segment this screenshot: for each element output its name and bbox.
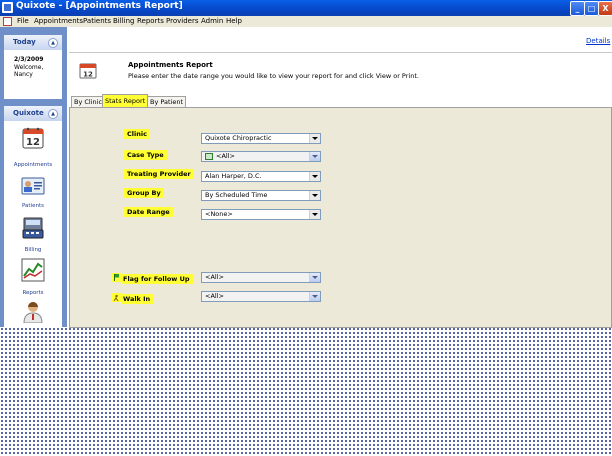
group-by-value: By Scheduled Time (205, 191, 268, 199)
left-sidebar: Today ▲ Quixote ▲ 12 Appointments Patien… (0, 27, 67, 327)
date-range-select[interactable]: <None> (201, 209, 321, 220)
calendar-report-icon: 12 (79, 63, 97, 79)
case-type-icon (205, 153, 213, 160)
treating-provider-select[interactable]: Alan Harper, D.C. (201, 171, 321, 182)
dotted-background (0, 327, 612, 456)
dropdown-arrow-icon[interactable] (309, 172, 320, 181)
app-icon (2, 2, 13, 13)
header-divider (69, 52, 612, 53)
flag-follow-up-value: <All> (205, 273, 224, 281)
welcome-text: Welcome, (14, 64, 44, 71)
dropdown-arrow-icon[interactable] (309, 134, 320, 143)
svg-text:12: 12 (83, 71, 93, 79)
today-date: 2/3/2009 (14, 56, 44, 63)
treating-provider-label: Treating Provider (124, 169, 194, 179)
menu-file[interactable]: File (17, 16, 29, 27)
nav-appointments[interactable]: 12 Appointments (4, 126, 62, 171)
case-type-label: Case Type (124, 150, 167, 160)
dropdown-arrow-icon[interactable] (309, 152, 320, 161)
maximize-button[interactable]: □ (584, 1, 599, 16)
close-button[interactable]: X (598, 1, 612, 16)
nav-label: Reports (22, 290, 44, 296)
flag-icon (112, 273, 121, 282)
collapse-chevron-icon[interactable]: ▲ (48, 109, 58, 119)
nav-providers[interactable] (4, 299, 62, 327)
group-by-label: Group By (124, 188, 164, 198)
quixote-panel-header[interactable]: Quixote ▲ (4, 106, 62, 121)
nav-reports[interactable]: Reports (4, 258, 62, 300)
nav-label: Billing (24, 247, 42, 253)
clinic-select[interactable]: Quixote Chiropractic (201, 133, 321, 144)
today-title: Today (13, 38, 36, 46)
case-type-select[interactable]: <All> (201, 151, 321, 162)
menu-providers[interactable]: Providers (166, 16, 198, 27)
walk-in-label: Walk In (121, 294, 154, 304)
clinic-value: Quixote Chiropractic (205, 134, 272, 142)
quixote-panel: Quixote ▲ 12 Appointments Patients Billi… (4, 106, 62, 327)
clinic-label: Clinic (124, 129, 150, 139)
minimize-button[interactable]: _ (570, 1, 585, 16)
dropdown-arrow-icon[interactable] (309, 210, 320, 219)
dropdown-arrow-icon[interactable] (309, 191, 320, 200)
nav-patients[interactable]: Patients (4, 174, 62, 214)
menu-admin[interactable]: Admin (201, 16, 223, 27)
group-by-select[interactable]: By Scheduled Time (201, 190, 321, 201)
collapse-chevron-icon[interactable]: ▲ (48, 38, 58, 48)
date-range-label: Date Range (124, 207, 173, 217)
user-name: Nancy (14, 71, 33, 78)
dropdown-arrow-icon[interactable] (309, 273, 320, 282)
dropdown-arrow-icon[interactable] (309, 292, 320, 301)
date-range-value: <None> (205, 210, 233, 218)
menu-help[interactable]: Help (226, 16, 242, 27)
today-panel-header[interactable]: Today ▲ (4, 35, 62, 50)
quixote-title: Quixote (13, 109, 44, 117)
case-type-value: <All> (216, 152, 235, 160)
report-description: Please enter the date range you would li… (128, 72, 419, 80)
report-title: Appointments Report (128, 61, 213, 69)
patient-card-icon (21, 177, 45, 195)
window-title: Quixote - [Appointments Report] (16, 1, 183, 11)
walk-in-value: <All> (205, 292, 224, 300)
provider-icon (23, 302, 43, 323)
menu-patients[interactable]: Patients (83, 16, 111, 27)
menu-reports[interactable]: Reports (137, 16, 164, 27)
menu-billing[interactable]: Billing (113, 16, 134, 27)
billing-icon (22, 217, 44, 239)
walk-in-select[interactable]: <All> (201, 291, 321, 302)
flag-follow-up-label: Flag for Follow Up (121, 274, 193, 284)
treating-provider-value: Alan Harper, D.C. (205, 172, 262, 180)
flag-follow-up-select[interactable]: <All> (201, 272, 321, 283)
chart-icon (21, 258, 45, 282)
calendar-menu-icon (3, 17, 12, 26)
menu-bar: File Appointments Patients Billing Repor… (0, 16, 612, 27)
nav-label: Patients (21, 203, 45, 209)
nav-label: Appointments (13, 162, 53, 168)
menu-appointments[interactable]: Appointments (34, 16, 83, 27)
title-bar: Quixote - [Appointments Report] _ □ X (0, 0, 612, 16)
walk-in-icon (112, 293, 121, 302)
nav-billing[interactable]: Billing (4, 216, 62, 258)
details-link[interactable]: Details (586, 37, 610, 45)
svg-text:12: 12 (26, 137, 40, 148)
calendar-icon: 12 (22, 127, 44, 149)
tab-stats-report[interactable]: Stats Report (102, 94, 149, 108)
